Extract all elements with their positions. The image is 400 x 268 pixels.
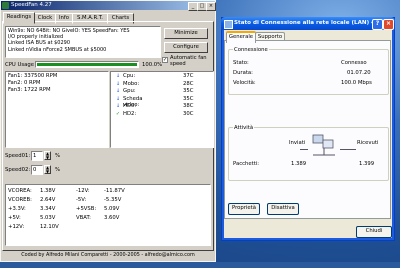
voltage-name: -12V:: [76, 188, 90, 194]
percent-label: %: [55, 153, 61, 159]
speed02-spinner[interactable]: ▲ ▼: [44, 165, 51, 174]
activity-group: Attività Inviati Ricevuti Pacchetti: 1.3…: [228, 125, 389, 181]
speed02-input[interactable]: 0: [31, 165, 43, 175]
percent-label: %: [55, 167, 61, 173]
speed01-label: Speed01:: [5, 153, 31, 159]
connection-group-title: Connessione: [233, 47, 269, 53]
received-label: Ricevuti: [357, 140, 379, 146]
speed01-input[interactable]: 1: [31, 151, 43, 161]
configure-button[interactable]: Configure: [164, 42, 208, 53]
cpu-usage-label: CPU Usage: [5, 62, 34, 68]
voltages-box: VCOREA: 1.38V VCOREB: 2.64V +3.3V: 3.34V…: [5, 184, 211, 246]
voltage-name: VBAT:: [76, 215, 91, 221]
voltage-value: -5.35V: [104, 197, 122, 203]
voltage-value: 2.64V: [40, 197, 56, 203]
fan-reading: Fan3: 1722 RPM: [8, 87, 51, 93]
check-icon: ✓: [115, 110, 121, 117]
activity-line-left: [300, 149, 308, 150]
fans-box: Fan1: 337500 RPM Fan2: 0 RPM Fan3: 1722 …: [5, 71, 109, 148]
packets-received: 1.399: [359, 161, 375, 167]
help-icon[interactable]: ?: [372, 19, 383, 30]
temp-value: 37C: [183, 73, 194, 79]
temp-name: Cpu:: [123, 73, 136, 79]
down-arrow-icon: ↓: [115, 88, 121, 94]
activity-line-right: [340, 149, 356, 150]
voltage-name: -5V:: [76, 197, 87, 203]
temp-value: 30C: [183, 110, 194, 117]
status-label: Stato:: [233, 60, 249, 66]
connection-group: Connessione Stato: Connesso Durata: 01.0…: [228, 47, 389, 95]
speedfan-titlebar[interactable]: SpeedFan 4.27 _ □ ×: [1, 1, 216, 11]
temp-name: Mobo:: [123, 80, 140, 87]
generale-panel: Connessione Stato: Connesso Durata: 01.0…: [224, 40, 391, 219]
speedfan-app-icon: [2, 2, 9, 9]
close-window-icon[interactable]: ×: [206, 2, 216, 11]
voltage-value: -11.87V: [104, 188, 125, 194]
fan-reading: Fan2: 0 RPM: [8, 80, 41, 86]
tab-readings[interactable]: Readings: [3, 12, 35, 24]
voltage-value: 1.38V: [40, 188, 56, 194]
tab-generale[interactable]: Generale: [226, 31, 256, 43]
speed-label: Velocità:: [233, 80, 256, 86]
voltage-value: 5.03V: [40, 215, 56, 221]
temp-name: Gpu:: [123, 88, 136, 94]
voltage-name: +12V:: [8, 224, 25, 230]
properties-button[interactable]: Proprietà: [228, 203, 260, 215]
down-arrow-icon: ↓: [115, 103, 121, 109]
temp-name: HD0:: [123, 103, 137, 109]
speed02-label: Speed02:: [5, 167, 31, 173]
voltage-name: +5V:: [8, 215, 21, 221]
voltage-value: 12.10V: [40, 224, 59, 230]
voltage-value: 3.60V: [104, 215, 120, 221]
voltage-name: VCOREB:: [8, 197, 32, 203]
network-activity-icon: [312, 134, 335, 156]
temp-value: 35C: [183, 95, 194, 102]
close-button[interactable]: Chiudi: [356, 226, 392, 238]
cpu-usage-fill: [37, 63, 137, 66]
speedfan-footer: Coded by Alfredo Milani Comparetti - 200…: [21, 252, 195, 258]
connection-window-title: Stato di Connessione alla rete locale (L…: [234, 20, 375, 26]
auto-fan-checkbox[interactable]: ✓: [162, 57, 168, 63]
sent-label: Inviati: [289, 140, 306, 146]
temp-value: 38C: [183, 103, 194, 109]
status-value: Connesso: [341, 60, 367, 66]
temp-value: 28C: [183, 80, 194, 87]
voltage-name: +3.3V:: [8, 206, 26, 212]
voltage-name: +5VSB:: [76, 206, 97, 212]
close-window-icon[interactable]: ×: [383, 19, 394, 30]
disable-button[interactable]: Disattiva: [267, 203, 299, 215]
fan-reading: Fan1: 337500 RPM: [8, 73, 58, 79]
network-connection-icon: [224, 20, 233, 29]
down-arrow-icon: ↓: [115, 95, 121, 102]
desktop-strip: [0, 262, 400, 268]
duration-value: 01.07.20: [347, 70, 371, 76]
down-arrow-icon: ↓: [115, 73, 121, 79]
activity-group-title: Attività: [233, 125, 255, 131]
temp-value: 35C: [183, 88, 194, 94]
cpu-usage-value: 100.0%: [142, 62, 163, 68]
connection-titlebar[interactable]: Stato di Connessione alla rete locale (L…: [221, 17, 395, 30]
packets-sent: 1.389: [291, 161, 307, 167]
duration-label: Durata:: [233, 70, 253, 76]
temps-box: ↓ Cpu: 37C ↓ Mobo: 28C ↓ Gpu: 35C ↓ Sche…: [110, 71, 214, 148]
window-title: SpeedFan 4.27: [11, 2, 52, 8]
speed-value: 100.0 Mbps: [341, 80, 372, 86]
cpu-usage-bar: [35, 61, 139, 68]
auto-fan-label: Automatic fan speed: [170, 55, 207, 67]
packets-label: Pacchetti:: [233, 161, 260, 167]
temp-name: HD2:: [123, 110, 137, 117]
log-line: Linked nVidia nForce2 SMBUS at $5000: [8, 46, 107, 53]
log-box[interactable]: Win9x: NO 64Bit: NO GiveIO: YES SpeedFan…: [5, 26, 161, 58]
voltage-name: VCOREA:: [8, 188, 32, 194]
voltage-value: 3.34V: [40, 206, 56, 212]
minimize-button[interactable]: Minimize: [164, 28, 208, 39]
speed01-spinner[interactable]: ▲ ▼: [44, 151, 51, 160]
voltage-value: 5.09V: [104, 206, 120, 212]
down-arrow-icon: ↓: [115, 80, 121, 87]
